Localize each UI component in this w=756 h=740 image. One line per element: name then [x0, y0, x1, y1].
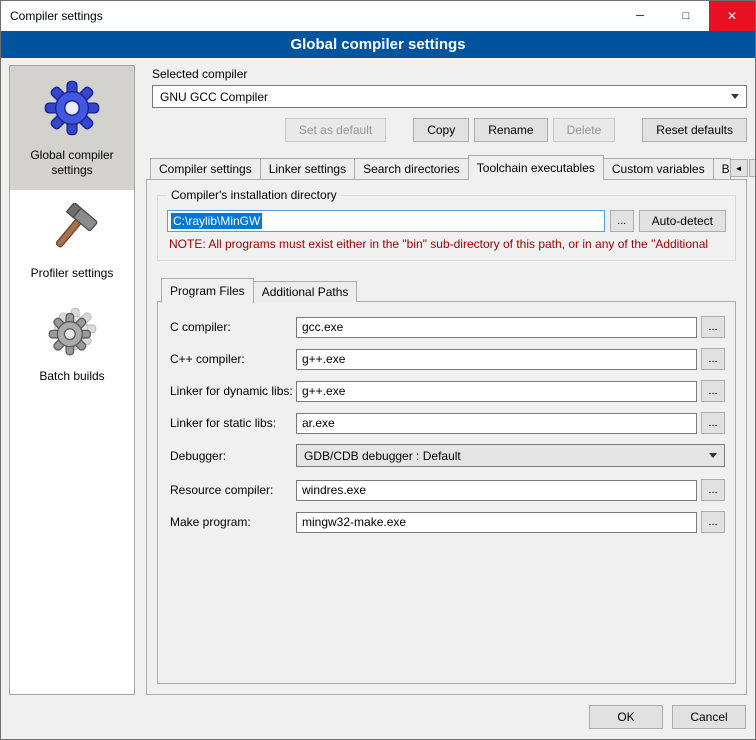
- browse-directory-button[interactable]: ...: [610, 210, 634, 232]
- chevron-down-icon: [731, 94, 739, 99]
- tab-custom-variables[interactable]: Custom variables: [603, 158, 714, 179]
- program-tabstrip: Program Files Additional Paths: [157, 278, 736, 302]
- field-label: Resource compiler:: [168, 483, 296, 497]
- installation-directory-input[interactable]: C:\raylib\MinGW: [167, 210, 605, 232]
- debugger-value: GDB/CDB debugger : Default: [304, 449, 703, 463]
- dialog-footer: OK Cancel: [1, 695, 755, 739]
- browse-button[interactable]: ...: [701, 316, 725, 338]
- reset-defaults-button[interactable]: Reset defaults: [642, 118, 747, 142]
- sidebar-item-profiler-settings[interactable]: Profiler settings: [10, 190, 134, 293]
- debugger-dropdown[interactable]: GDB/CDB debugger : Default: [296, 444, 725, 467]
- sidebar-item-label: Batch builds: [39, 369, 104, 384]
- window-title: Compiler settings: [1, 9, 103, 23]
- sidebar: Global compiler settings Profiler settin…: [9, 65, 135, 695]
- chevron-down-icon: [709, 453, 717, 458]
- main-content: Selected compiler GNU GCC Compiler Set a…: [146, 65, 747, 695]
- tab-search-directories[interactable]: Search directories: [354, 158, 469, 179]
- browse-button[interactable]: ...: [701, 380, 725, 402]
- tab-toolchain-executables[interactable]: Toolchain executables: [468, 155, 604, 180]
- window-controls: ─ □ ✕: [617, 1, 755, 31]
- selected-compiler-dropdown[interactable]: GNU GCC Compiler: [152, 85, 747, 108]
- field-label: Make program:: [168, 515, 296, 529]
- selected-compiler-value: GNU GCC Compiler: [160, 90, 725, 104]
- tab-build-options[interactable]: Build: [713, 158, 731, 179]
- make-program-input[interactable]: [296, 512, 697, 533]
- rename-button[interactable]: Rename: [474, 118, 547, 142]
- dynamic-libs-linker-input[interactable]: [296, 381, 697, 402]
- minimize-button[interactable]: ─: [617, 1, 663, 31]
- close-button[interactable]: ✕: [709, 1, 755, 31]
- field-row-make-program: Make program: ...: [168, 511, 725, 533]
- field-row-c-compiler: C compiler: ...: [168, 316, 725, 338]
- field-row-resource-compiler: Resource compiler: ...: [168, 479, 725, 501]
- maximize-icon: □: [683, 10, 690, 22]
- settings-tabstrip: Compiler settings Linker settings Search…: [146, 155, 747, 179]
- field-row-cpp-compiler: C++ compiler: ...: [168, 348, 725, 370]
- tab-additional-paths[interactable]: Additional Paths: [253, 281, 358, 302]
- sidebar-item-batch-builds[interactable]: Batch builds: [10, 293, 134, 396]
- browse-button[interactable]: ...: [701, 479, 725, 501]
- dialog-body: Global compiler settings Profiler settin…: [1, 58, 755, 695]
- program-files-panel: C compiler: ... C++ compiler: ... Linker…: [157, 301, 736, 684]
- c-compiler-input[interactable]: [296, 317, 697, 338]
- selected-compiler-label: Selected compiler: [152, 67, 747, 81]
- installation-directory-row: C:\raylib\MinGW ... Auto-detect: [167, 210, 726, 232]
- delete-button[interactable]: Delete: [553, 118, 616, 142]
- tab-scroll-left-button[interactable]: ◄: [730, 159, 748, 177]
- tab-compiler-settings[interactable]: Compiler settings: [150, 158, 261, 179]
- sidebar-item-global-compiler-settings[interactable]: Global compiler settings: [10, 66, 134, 190]
- toolchain-executables-panel: Compiler's installation directory C:\ray…: [146, 179, 747, 695]
- titlebar: Compiler settings ─ □ ✕: [1, 1, 755, 31]
- program-files-section: Program Files Additional Paths C compile…: [157, 278, 736, 684]
- cpp-compiler-input[interactable]: [296, 349, 697, 370]
- field-label: C compiler:: [168, 320, 296, 334]
- ok-button[interactable]: OK: [589, 705, 663, 729]
- field-row-debugger: Debugger: GDB/CDB debugger : Default: [168, 444, 725, 467]
- resource-compiler-input[interactable]: [296, 480, 697, 501]
- gear-gray-icon: [46, 306, 98, 361]
- minimize-icon: ─: [636, 10, 644, 22]
- browse-button[interactable]: ...: [701, 511, 725, 533]
- field-label: Linker for dynamic libs:: [168, 384, 296, 398]
- set-as-default-button[interactable]: Set as default: [285, 118, 386, 142]
- sidebar-item-label: Global compiler settings: [14, 148, 130, 178]
- field-row-static-linker: Linker for static libs: ...: [168, 412, 725, 434]
- dialog-header: Global compiler settings: [1, 31, 755, 58]
- profiler-tool-icon: [46, 203, 98, 258]
- bin-subdirectory-note: NOTE: All programs must exist either in …: [169, 237, 726, 251]
- close-icon: ✕: [727, 9, 737, 23]
- selected-text: C:\raylib\MinGW: [171, 213, 262, 229]
- static-libs-linker-input[interactable]: [296, 413, 697, 434]
- field-label: Debugger:: [168, 449, 296, 463]
- gear-blue-icon: [43, 79, 101, 140]
- sidebar-item-label: Profiler settings: [31, 266, 114, 281]
- maximize-button[interactable]: □: [663, 1, 709, 31]
- tab-scroll-arrows: ◄ ►: [730, 159, 756, 179]
- compiler-actions: Set as default Copy Rename Delete Reset …: [146, 118, 747, 142]
- field-label: C++ compiler:: [168, 352, 296, 366]
- cancel-button[interactable]: Cancel: [672, 705, 746, 729]
- auto-detect-button[interactable]: Auto-detect: [639, 210, 726, 232]
- browse-button[interactable]: ...: [701, 412, 725, 434]
- browse-button[interactable]: ...: [701, 348, 725, 370]
- compiler-settings-window: Compiler settings ─ □ ✕ Global compiler …: [0, 0, 756, 740]
- copy-button[interactable]: Copy: [413, 118, 469, 142]
- arrow-left-icon: ◄: [735, 164, 743, 173]
- tab-scroll-right-button[interactable]: ►: [749, 159, 756, 177]
- tab-linker-settings[interactable]: Linker settings: [260, 158, 355, 179]
- installation-directory-label: Compiler's installation directory: [167, 188, 341, 202]
- tab-program-files[interactable]: Program Files: [161, 278, 254, 303]
- installation-directory-group: Compiler's installation directory C:\ray…: [157, 195, 736, 261]
- field-row-dynamic-linker: Linker for dynamic libs: ...: [168, 380, 725, 402]
- field-label: Linker for static libs:: [168, 416, 296, 430]
